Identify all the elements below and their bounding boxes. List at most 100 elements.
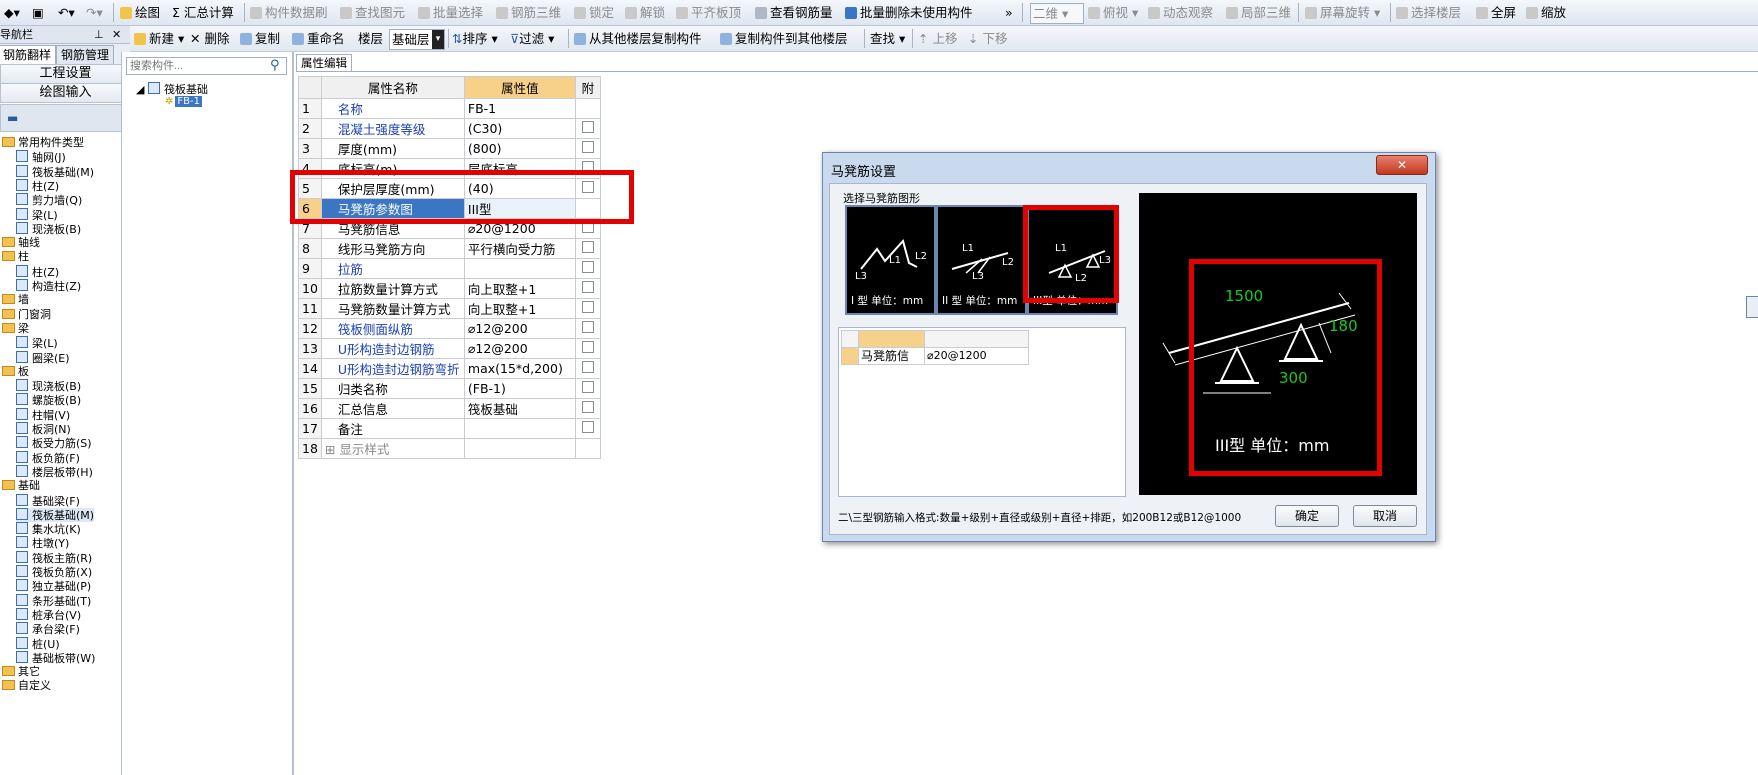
nav-item[interactable]: 基础板带(W) bbox=[16, 650, 95, 665]
attach-checkbox[interactable] bbox=[581, 381, 594, 393]
delete-button[interactable]: ✕ 删除 bbox=[190, 29, 229, 48]
type2-thumbnail[interactable]: L1 L2 L3 II 型 单位：mm bbox=[936, 205, 1027, 315]
nav-item[interactable]: 柱(Z) bbox=[16, 178, 59, 193]
close-button[interactable]: ✕ bbox=[1376, 155, 1428, 175]
property-value[interactable]: 向上取整+1 bbox=[463, 298, 576, 319]
nav-item[interactable]: 桩(U) bbox=[16, 636, 60, 651]
nav-item[interactable]: 圈梁(E) bbox=[16, 350, 70, 365]
type1-thumbnail[interactable]: L1 L2 L3 I 型 单位：mm bbox=[845, 205, 936, 315]
zoom-button[interactable]: 缩放 bbox=[1526, 3, 1566, 22]
nav-item[interactable]: 楼层板带(H) bbox=[16, 464, 93, 479]
property-value[interactable]: (800) bbox=[463, 138, 576, 159]
attach-checkbox[interactable] bbox=[581, 401, 594, 413]
nav-item[interactable]: 筏板负筋(X) bbox=[16, 565, 92, 579]
nav-item[interactable]: 柱墩(Y) bbox=[16, 536, 69, 550]
redo-icon[interactable]: ↷▾ bbox=[86, 3, 103, 22]
nav-item[interactable]: 现浇板(B) bbox=[16, 221, 81, 236]
copy-button[interactable]: 复制 bbox=[240, 29, 280, 48]
brush-button[interactable]: 构件数据刷 bbox=[250, 3, 328, 22]
nav-item[interactable]: 筏板基础(M) bbox=[16, 164, 94, 179]
property-value[interactable] bbox=[463, 258, 576, 279]
table-row[interactable]: 17 备注 bbox=[298, 418, 601, 439]
view-mode-select[interactable]: 二维 ▾ bbox=[1030, 3, 1084, 24]
nav-item[interactable]: 现浇板(B) bbox=[16, 379, 81, 393]
nav-item[interactable]: 剪力墙(Q) bbox=[16, 193, 82, 207]
tree-root[interactable]: ◢ 筏板基础 bbox=[136, 81, 208, 97]
search-icon[interactable]: ⚲ bbox=[270, 58, 280, 73]
new-button[interactable]: 新建 ▾ bbox=[134, 29, 184, 48]
save-icon[interactable]: ▣ bbox=[32, 3, 44, 22]
pin-icon[interactable]: ⊥ bbox=[94, 26, 104, 43]
rotate-button[interactable]: 屏幕旋转 ▾ bbox=[1305, 3, 1380, 22]
chevron-down-icon[interactable]: ▾ bbox=[432, 30, 444, 49]
table-row[interactable]: 16 汇总信息 筏板基础 bbox=[298, 398, 601, 419]
batch-select-button[interactable]: 批量选择 bbox=[418, 3, 483, 22]
nav-item[interactable]: 集水坑(K) bbox=[16, 522, 81, 536]
table-row[interactable]: 18 ⊞ 显示样式 bbox=[298, 438, 601, 459]
info-value-field[interactable]: ⌀20@1200 bbox=[924, 347, 1029, 365]
find-button[interactable]: 查找 ▾ bbox=[870, 29, 905, 48]
nav-item[interactable]: 常用构件类型 bbox=[2, 136, 84, 150]
filter-button[interactable]: ⊽过滤 ▾ bbox=[510, 29, 554, 48]
attach-checkbox[interactable] bbox=[581, 281, 594, 293]
property-value[interactable]: 平行横向受力筋 bbox=[463, 238, 576, 259]
nav-item[interactable]: 板 bbox=[2, 365, 29, 379]
nav-item[interactable]: 柱 bbox=[2, 250, 29, 264]
unlock-button[interactable]: 解锁 bbox=[625, 3, 665, 22]
collapse-bar[interactable]: ▬ bbox=[0, 104, 131, 132]
nav-item[interactable]: 螺旋板(B) bbox=[16, 393, 81, 407]
drawing-input-button[interactable]: 绘图输入 bbox=[0, 83, 131, 103]
dynamic-view-button[interactable]: 动态观察 bbox=[1148, 3, 1213, 22]
nav-item[interactable]: 轴线 bbox=[2, 236, 40, 250]
dropdown-menu-icon[interactable]: ◆▾ bbox=[4, 3, 20, 22]
nav-item[interactable]: 自定义 bbox=[2, 679, 51, 693]
rename-button[interactable]: 重命名 bbox=[292, 29, 345, 48]
copy-from-floor-button[interactable]: 从其他楼层复制构件 bbox=[574, 29, 702, 48]
table-row[interactable]: 1 名称 FB-1 bbox=[298, 98, 601, 119]
collapse-icon[interactable]: ▬ bbox=[7, 111, 18, 125]
attach-checkbox[interactable] bbox=[581, 421, 594, 433]
flat-top-button[interactable]: 平齐板顶 bbox=[676, 3, 741, 22]
toolbar-overflow-icon[interactable]: » bbox=[1005, 3, 1013, 22]
property-value[interactable] bbox=[463, 438, 576, 459]
property-value[interactable]: (C30) bbox=[463, 118, 576, 139]
nav-item[interactable]: 梁 bbox=[2, 322, 29, 336]
attach-checkbox[interactable] bbox=[581, 301, 594, 313]
table-row[interactable]: 11 马凳筋数量计算方式 向上取整+1 bbox=[298, 298, 601, 319]
nav-item[interactable]: 板负筋(F) bbox=[16, 450, 80, 465]
tree-child-fb1[interactable]: ✲ FB-1 bbox=[165, 96, 202, 107]
attach-checkbox[interactable] bbox=[581, 341, 594, 353]
nav-item[interactable]: 独立基础(P) bbox=[16, 579, 91, 593]
batch-delete-button[interactable]: 批量删除未使用构件 bbox=[845, 3, 973, 22]
nav-item[interactable]: 基础梁(F) bbox=[16, 493, 80, 508]
rebar-3d-button[interactable]: 钢筋三维 bbox=[496, 3, 561, 22]
search-input[interactable] bbox=[126, 57, 287, 75]
nav-item[interactable]: 筏板基础(M) bbox=[16, 507, 95, 522]
property-value[interactable]: max(15*d,200) bbox=[463, 358, 576, 379]
lock-button[interactable]: 锁定 bbox=[574, 3, 614, 22]
summary-button[interactable]: Σ 汇总计算 bbox=[172, 3, 234, 22]
nav-item[interactable]: 轴网(J) bbox=[16, 150, 66, 164]
nav-item[interactable]: 其它 bbox=[2, 665, 40, 679]
nav-item[interactable]: 板受力筋(S) bbox=[16, 436, 92, 450]
table-row[interactable]: 9 拉筋 bbox=[298, 258, 601, 279]
table-row[interactable]: 10 拉筋数量计算方式 向上取整+1 bbox=[298, 278, 601, 299]
table-row[interactable]: 12 筏板侧面纵筋 ⌀12@200 bbox=[298, 318, 601, 339]
property-value[interactable]: ⌀12@200 bbox=[463, 338, 576, 359]
nav-item[interactable]: 梁(L) bbox=[16, 207, 58, 222]
nav-item[interactable]: 桩承台(V) bbox=[16, 607, 81, 622]
nav-item[interactable]: 构造柱(Z) bbox=[16, 279, 81, 293]
attach-checkbox[interactable] bbox=[581, 141, 594, 153]
property-value[interactable]: 筏板基础 bbox=[463, 398, 576, 419]
nav-item[interactable]: 板洞(N) bbox=[16, 422, 71, 436]
attach-checkbox[interactable] bbox=[581, 321, 594, 333]
tab-rebar-manage[interactable]: 钢筋管理 bbox=[56, 45, 115, 64]
table-row[interactable]: 3 厚度(mm) (800) bbox=[298, 138, 601, 159]
select-floor-button[interactable]: 选择楼层 bbox=[1396, 3, 1461, 22]
move-up-button[interactable]: ⇡ 上移 bbox=[918, 29, 957, 48]
property-value[interactable]: ⌀12@200 bbox=[463, 318, 576, 339]
property-value[interactable]: 向上取整+1 bbox=[463, 278, 576, 299]
table-row[interactable]: 2 混凝土强度等级 (C30) bbox=[298, 118, 601, 139]
property-value[interactable]: FB-1 bbox=[463, 98, 576, 119]
table-row[interactable]: 14 U形构造封边钢筋弯折 max(15*d,200) bbox=[298, 358, 601, 379]
